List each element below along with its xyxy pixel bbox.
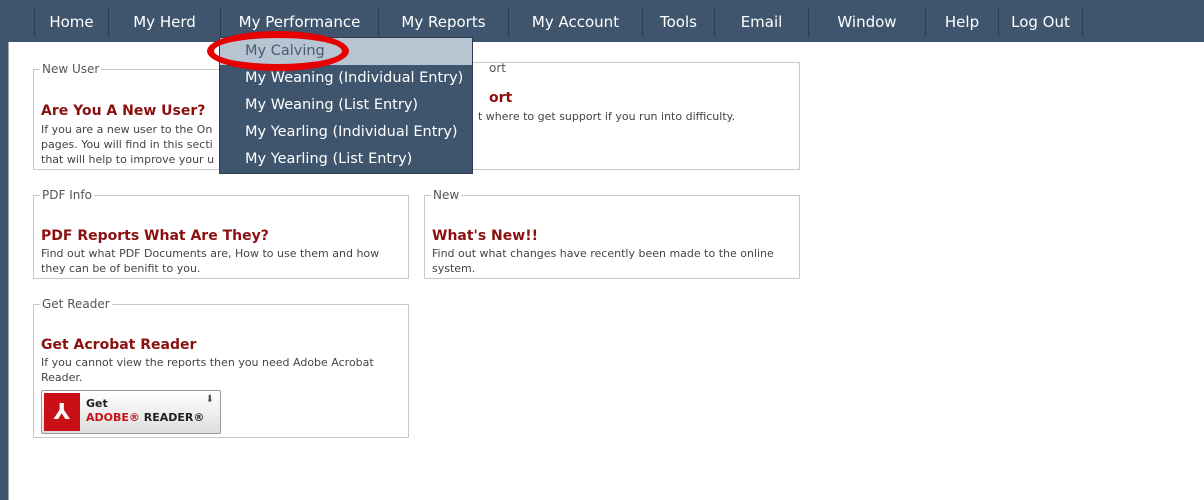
new-user-text-line-1: If you are a new user to the On	[41, 123, 213, 136]
adobe-pdf-icon: ⅄	[44, 393, 80, 431]
menu-window[interactable]: Window	[809, 8, 926, 37]
menu-home[interactable]: Home	[34, 8, 109, 37]
window-frame-border	[8, 0, 9, 500]
get-adobe-reader-button[interactable]: ⅄ Get ADOBE® READER® ⬇	[41, 390, 221, 434]
get-reader-panel: Get Reader Get Acrobat Reader If you can…	[33, 297, 409, 438]
get-reader-title[interactable]: Get Acrobat Reader	[41, 337, 196, 353]
pdf-info-panel: PDF Info PDF Reports What Are They? Find…	[33, 188, 409, 279]
menu-log-out[interactable]: Log Out	[999, 8, 1083, 37]
new-user-title[interactable]: Are You A New User?	[41, 103, 205, 119]
new-user-legend: New User	[42, 62, 100, 76]
get-reader-text-line-1: If you cannot view the reports then you …	[41, 356, 374, 369]
support-text: t where to get support if you run into d…	[478, 110, 736, 123]
dropdown-item-my-yearling-list[interactable]: My Yearling (List Entry)	[220, 146, 472, 173]
menu-my-herd[interactable]: My Herd	[109, 8, 221, 37]
window-frame-left	[0, 0, 8, 500]
reader-button-reader-label: READER®	[143, 411, 205, 424]
reader-button-get-label: Get	[86, 397, 108, 410]
whats-new-legend: New	[433, 188, 460, 202]
dropdown-item-my-weaning-list[interactable]: My Weaning (List Entry)	[220, 92, 472, 119]
whats-new-text-line-2: system.	[432, 262, 476, 275]
support-panel: ort ort t where to get support if you ru…	[424, 61, 800, 170]
dropdown-item-my-weaning-individual[interactable]: My Weaning (Individual Entry)	[220, 65, 472, 92]
menu-help[interactable]: Help	[926, 8, 999, 37]
whats-new-panel: New What's New!! Find out what changes h…	[424, 188, 800, 279]
dropdown-item-my-yearling-individual[interactable]: My Yearling (Individual Entry)	[220, 119, 472, 146]
whats-new-title[interactable]: What's New!!	[432, 228, 538, 244]
get-reader-legend: Get Reader	[42, 297, 110, 311]
pdf-info-text-line-1: Find out what PDF Documents are, How to …	[41, 247, 380, 260]
dropdown-item-my-calving[interactable]: My Calving	[220, 38, 472, 65]
whats-new-text-line-1: Find out what changes have recently been…	[432, 247, 774, 260]
pdf-info-legend: PDF Info	[42, 188, 92, 202]
reader-button-brand: ADOBE® READER®	[86, 411, 204, 424]
get-reader-text-line-2: Reader.	[41, 371, 83, 384]
pdf-info-title[interactable]: PDF Reports What Are They?	[41, 228, 269, 244]
menu-my-performance[interactable]: My Performance	[221, 8, 379, 37]
new-user-text-line-3: that will help to improve your u	[41, 153, 215, 166]
reader-button-adobe-label: ADOBE®	[86, 411, 140, 424]
menu-email[interactable]: Email	[715, 8, 809, 37]
support-legend: ort	[489, 61, 506, 75]
menu-my-reports[interactable]: My Reports	[379, 8, 509, 37]
new-user-text-line-2: pages. You will find in this secti	[41, 138, 213, 151]
support-title[interactable]: ort	[489, 90, 512, 106]
download-arrow-icon: ⬇	[205, 394, 214, 405]
pdf-info-text-line-2: they can be of benifit to you.	[41, 262, 201, 275]
my-performance-dropdown: My Calving My Weaning (Individual Entry)…	[219, 37, 473, 174]
menu-tools[interactable]: Tools	[643, 8, 715, 37]
menu-my-account[interactable]: My Account	[509, 8, 643, 37]
